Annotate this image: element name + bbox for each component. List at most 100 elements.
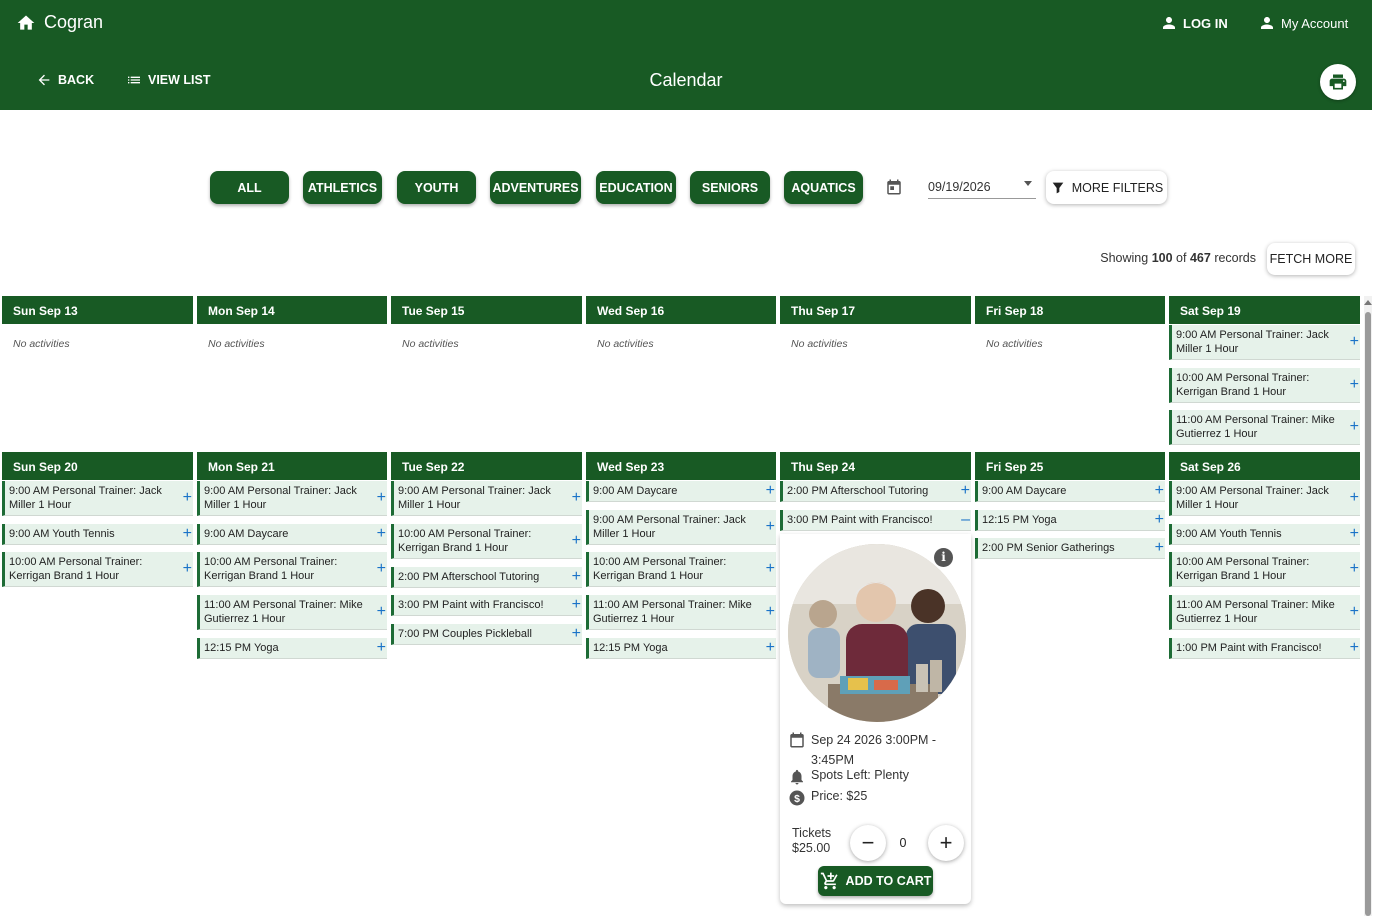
add-to-cart-button[interactable]: ADD TO CART [818,866,933,896]
add-icon[interactable]: + [377,526,386,542]
cart-icon [820,872,838,890]
calendar-event[interactable]: 7:00 PM Couples Pickleball + [391,624,582,645]
add-icon[interactable]: + [766,483,775,499]
add-icon[interactable]: + [1350,526,1359,542]
calendar-event[interactable]: 2:00 PM Senior Gatherings + [975,538,1165,559]
add-icon[interactable]: + [1155,483,1164,499]
calendar-event[interactable]: 9:00 AM Daycare + [586,481,776,502]
add-icon[interactable]: + [1350,334,1359,350]
add-icon[interactable]: + [377,604,386,620]
day-header: Fri Sep 18 [975,296,1165,324]
filter-chip-aquatics[interactable]: AQUATICS [784,171,863,204]
no-activities-text: No activities [208,338,265,350]
fetch-more-button[interactable]: FETCH MORE [1267,243,1355,275]
calendar-event[interactable]: 9:00 AM Personal Trainer: Jack Miller 1 … [1169,481,1360,516]
add-icon[interactable]: + [572,490,581,506]
calendar-event[interactable]: 10:00 AM Personal Trainer: Kerrigan Bran… [391,524,582,559]
add-icon[interactable]: + [1350,419,1359,435]
add-icon[interactable]: + [572,597,581,613]
calendar-event-expanded[interactable]: 3:00 PM Paint with Francisco! – [780,510,971,531]
calendar-event[interactable]: 10:00 AM Personal Trainer: Kerrigan Bran… [1169,552,1360,587]
event-label: 10:00 AM Personal Trainer: Kerrigan Bran… [398,528,532,554]
calendar-event[interactable]: 10:00 AM Personal Trainer: Kerrigan Bran… [586,552,776,587]
event-datetime: Sep 24 2026 3:00PM - 3:45PM [811,733,937,767]
scroll-up-arrow-icon[interactable] [1364,300,1372,305]
calendar-event[interactable]: 10:00 AM Personal Trainer: Kerrigan Bran… [197,552,387,587]
add-icon[interactable]: + [766,640,775,656]
records-count: Showing 100 of 467 records [1070,251,1256,265]
scrollbar-thumb[interactable] [1365,312,1371,916]
calendar-event[interactable]: 9:00 AM Personal Trainer: Jack Miller 1 … [197,481,387,516]
date-select[interactable]: 09/19/2026 [928,172,1036,199]
filter-chip-adventures[interactable]: ADVENTURES [490,171,581,204]
filter-chip-athletics[interactable]: ATHLETICS [303,171,382,204]
event-label: 10:00 AM Personal Trainer: Kerrigan Bran… [9,556,143,582]
no-activities-text: No activities [986,338,1043,350]
filter-chip-youth[interactable]: YOUTH [397,171,476,204]
day-header: Thu Sep 24 [780,452,971,480]
filter-icon [1052,182,1064,193]
add-icon[interactable]: + [572,626,581,642]
event-label: 3:00 PM Paint with Francisco! [398,599,544,611]
add-icon[interactable]: + [1350,561,1359,577]
calendar-event[interactable]: 9:00 AM Personal Trainer: Jack Miller 1 … [586,510,776,545]
my-account-button[interactable]: My Account [1258,14,1348,32]
add-icon[interactable]: + [766,519,775,535]
event-label: 11:00 AM Personal Trainer: Mike Gutierre… [1176,414,1335,440]
home-icon [17,15,35,30]
decrease-quantity-button[interactable]: − [850,825,886,861]
calendar-event[interactable]: 11:00 AM Personal Trainer: Mike Gutierre… [586,595,776,630]
calendar-event[interactable]: 2:00 PM Afterschool Tutoring + [780,481,971,502]
calendar-event[interactable]: 9:00 AM Personal Trainer: Jack Miller 1 … [391,481,582,516]
add-icon[interactable]: + [766,561,775,577]
calendar-event[interactable]: 11:00 AM Personal Trainer: Mike Gutierre… [1169,595,1360,630]
add-icon[interactable]: + [1350,604,1359,620]
add-icon[interactable]: + [377,640,386,656]
collapse-icon[interactable]: – [961,512,970,528]
home-link[interactable]: Cogran [16,12,103,33]
calendar-icon[interactable] [885,178,903,196]
print-button[interactable] [1320,64,1356,100]
calendar-event[interactable]: 9:00 AM Youth Tennis + [1169,524,1360,545]
login-button[interactable]: LOG IN [1160,14,1228,32]
add-icon[interactable]: + [961,483,970,499]
add-icon[interactable]: + [1155,540,1164,556]
calendar-event[interactable]: 11:00 AM Personal Trainer: Mike Gutierre… [197,595,387,630]
filter-chip-seniors[interactable]: SENIORS [690,171,770,204]
calendar-event[interactable]: 9:00 AM Daycare + [197,524,387,545]
calendar-event[interactable]: 10:00 AM Personal Trainer: Kerrigan Bran… [2,552,193,587]
calendar-event[interactable]: 12:15 PM Yoga + [197,638,387,659]
calendar-event[interactable]: 9:00 AM Youth Tennis + [2,524,193,545]
add-icon[interactable]: + [377,561,386,577]
add-icon[interactable]: + [1155,512,1164,528]
increase-quantity-button[interactable]: + [928,825,964,861]
calendar-event[interactable]: 11:00 AM Personal Trainer: Mike Gutierre… [1169,410,1360,445]
calendar-event[interactable]: 9:00 AM Personal Trainer: Jack Miller 1 … [2,481,193,516]
more-filters-button[interactable]: MORE FILTERS [1046,171,1167,204]
calendar-event[interactable]: 12:15 PM Yoga + [586,638,776,659]
calendar-event[interactable]: 12:15 PM Yoga + [975,510,1165,531]
day-header: Sat Sep 26 [1169,452,1360,480]
calendar-event[interactable]: 1:00 PM Paint with Francisco! + [1169,638,1360,659]
add-icon[interactable]: + [572,569,581,585]
info-icon[interactable]: i [934,548,953,567]
add-icon[interactable]: + [572,533,581,549]
calendar-event[interactable]: 9:00 AM Personal Trainer: Jack Miller 1 … [1169,325,1360,360]
add-icon[interactable]: + [766,604,775,620]
calendar-event[interactable]: 2:00 PM Afterschool Tutoring + [391,567,582,588]
add-icon[interactable]: + [183,490,192,506]
calendar-event[interactable]: 10:00 AM Personal Trainer: Kerrigan Bran… [1169,368,1360,403]
filter-chip-education[interactable]: EDUCATION [596,171,676,204]
add-icon[interactable]: + [1350,377,1359,393]
add-icon[interactable]: + [183,526,192,542]
add-icon[interactable]: + [183,561,192,577]
calendar-event[interactable]: 9:00 AM Daycare + [975,481,1165,502]
add-icon[interactable]: + [1350,640,1359,656]
calendar-event[interactable]: 3:00 PM Paint with Francisco! + [391,595,582,616]
add-icon[interactable]: + [1350,490,1359,506]
filter-chip-all[interactable]: ALL [210,171,289,204]
event-label: 10:00 AM Personal Trainer: Kerrigan Bran… [1176,556,1310,582]
page-title: Calendar [649,70,723,90]
add-icon[interactable]: + [377,490,386,506]
add-to-cart-label: ADD TO CART [845,874,932,888]
